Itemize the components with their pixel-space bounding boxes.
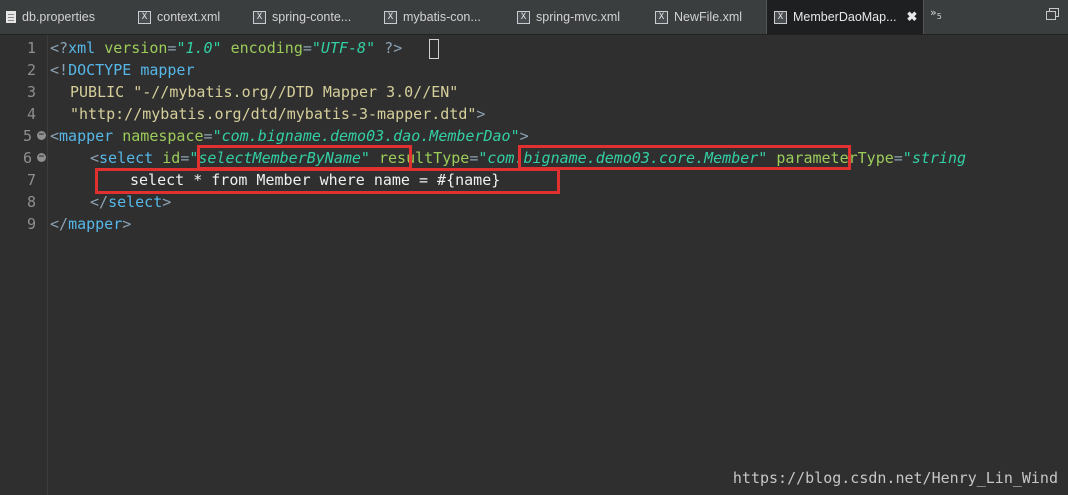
tab-spring-mvc-xml[interactable]: X spring-mvc.xml: [517, 0, 620, 34]
token: select: [108, 193, 163, 211]
editor-tab-bar: db.properties X context.xml X spring-con…: [0, 0, 1068, 35]
token: DOCTYPE: [68, 61, 132, 79]
token: namespace: [122, 127, 204, 145]
restore-icon[interactable]: [1046, 8, 1059, 21]
line-number: 4: [26, 105, 36, 123]
token: =: [302, 39, 312, 57]
code-line-5: <mapper namespace="com.bigname.demo03.da…: [50, 125, 529, 147]
token: <!: [50, 61, 69, 79]
highlight-box-id: [197, 145, 412, 170]
code-area[interactable]: <?xml version="1.0" encoding="UTF-8" ?> …: [50, 35, 1068, 495]
code-line-2: <!DOCTYPE mapper: [50, 59, 195, 81]
tab-label: spring-mvc.xml: [536, 10, 621, 24]
token: mapper: [140, 61, 195, 79]
fold-collapse-icon[interactable]: −: [37, 153, 46, 162]
token: =: [203, 127, 213, 145]
properties-file-icon: [6, 11, 16, 23]
token: select: [99, 149, 154, 167]
code-line-1: <?xml version="1.0" encoding="UTF-8" ?>: [50, 37, 402, 59]
tab-label: NewFile.xml: [674, 10, 743, 24]
token: ?: [384, 39, 394, 57]
line-number: 8: [26, 193, 36, 211]
line-number: 6: [22, 149, 32, 167]
token: >: [519, 127, 529, 145]
token: xml: [68, 39, 96, 57]
tab-label: context.xml: [157, 10, 221, 24]
xml-file-icon: X: [138, 10, 151, 24]
xml-file-icon: X: [384, 10, 397, 24]
token: >: [476, 105, 486, 123]
tab-context-xml[interactable]: X context.xml: [138, 0, 220, 34]
tab-label: mybatis-con...: [403, 10, 481, 24]
token: =: [893, 149, 903, 167]
token: =: [469, 149, 479, 167]
tab-label: MemberDaoMap...: [793, 10, 897, 24]
line-number: 3: [26, 83, 36, 101]
line-number-gutter: 1 2 3 4 5 − 6 − 7 8 9: [0, 35, 48, 495]
tab-overflow-button[interactable]: »5: [930, 6, 942, 21]
token: mapper: [68, 215, 123, 233]
xml-file-icon: X: [517, 10, 530, 24]
token: "UTF-8": [311, 39, 376, 57]
token: "http://mybatis.org/dtd/mybatis-3-mapper…: [70, 105, 477, 123]
highlight-box-resulttype: [518, 145, 851, 170]
code-line-3: PUBLIC "-//mybatis.org//DTD Mapper 3.0//…: [70, 83, 459, 101]
token: <: [50, 127, 60, 145]
tab-label: db.properties: [22, 10, 95, 24]
token: </: [50, 215, 69, 233]
bracket-match-box: [429, 39, 439, 59]
watermark: https://blog.csdn.net/Henry_Lin_Wind: [732, 469, 1058, 487]
token: >: [162, 193, 172, 211]
token: <?: [50, 39, 69, 57]
xml-file-icon: X: [655, 10, 668, 24]
token: >: [122, 215, 132, 233]
xml-editor[interactable]: 1 2 3 4 5 − 6 − 7 8 9 <?xml version="1.0…: [0, 35, 1068, 495]
tab-memberdaomapper[interactable]: X MemberDaoMap... ✖: [766, 0, 925, 34]
fold-collapse-icon[interactable]: −: [37, 131, 46, 140]
tab-label: spring-conte...: [272, 10, 352, 24]
chevron-double-right-icon: »: [930, 6, 937, 19]
line-number: 1: [26, 39, 36, 57]
close-tab-icon[interactable]: ✖: [907, 9, 918, 25]
line-number: 9: [26, 215, 36, 233]
token: mapper: [59, 127, 114, 145]
token: id: [162, 149, 181, 167]
tab-db-properties[interactable]: db.properties: [6, 0, 95, 34]
highlight-box-sql: [95, 168, 560, 194]
code-line-9: </mapper>: [50, 213, 131, 235]
token: <: [90, 149, 100, 167]
tab-spring-context[interactable]: X spring-conte...: [253, 0, 351, 34]
xml-file-icon: X: [253, 10, 266, 24]
token: "1.0": [176, 39, 222, 57]
token: </: [90, 193, 109, 211]
token: "com.bigname.demo03.dao.MemberDao": [212, 127, 520, 145]
line-number: 5: [22, 127, 32, 145]
token: "string: [902, 149, 967, 167]
tab-newfile-xml[interactable]: X NewFile.xml: [655, 0, 742, 34]
code-line-8: </select>: [90, 191, 171, 213]
line-number: 7: [26, 171, 36, 189]
token: encoding: [230, 39, 303, 57]
overflow-count: 5: [936, 12, 942, 22]
token: >: [393, 39, 403, 57]
line-number: 2: [26, 61, 36, 79]
token: =: [180, 149, 190, 167]
code-line-4: "http://mybatis.org/dtd/mybatis-3-mapper…: [70, 103, 485, 125]
tab-mybatis-config[interactable]: X mybatis-con...: [384, 0, 481, 34]
token: version: [104, 39, 168, 57]
xml-file-icon: X: [774, 10, 787, 24]
